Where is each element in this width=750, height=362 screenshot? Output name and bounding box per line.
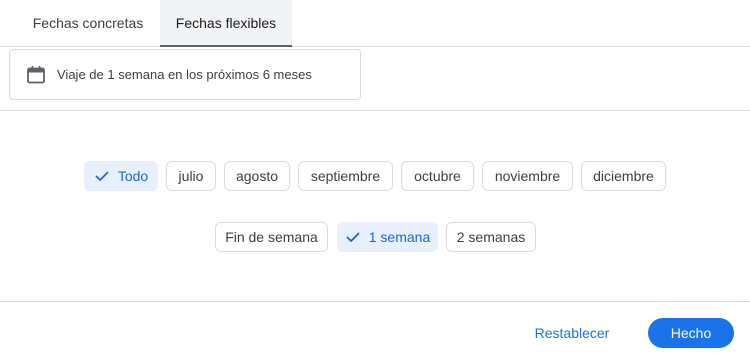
month-chip-noviembre[interactable]: noviembre <box>482 161 573 191</box>
trip-summary-field[interactable]: Viaje de 1 semana en los próximos 6 mese… <box>9 49 361 100</box>
divider <box>0 110 750 111</box>
chip-label: julio <box>178 168 204 184</box>
reset-button[interactable]: Restablecer <box>522 318 622 348</box>
month-chip-septiembre[interactable]: septiembre <box>298 161 393 191</box>
chip-label: noviembre <box>494 168 561 184</box>
duration-chip-2-weeks[interactable]: 2 semanas <box>446 222 536 252</box>
chip-label: Fin de semana <box>225 229 318 245</box>
duration-chip-weekend[interactable]: Fin de semana <box>215 222 328 252</box>
calendar-icon <box>27 66 45 84</box>
check-icon <box>95 171 109 181</box>
date-mode-tabs: Fechas concretas Fechas flexibles <box>0 0 750 47</box>
chip-label: Todo <box>117 168 149 184</box>
month-chip-agosto[interactable]: agosto <box>224 161 290 191</box>
done-button[interactable]: Hecho <box>648 318 734 348</box>
chip-label: septiembre <box>310 168 381 184</box>
tab-flexible-dates[interactable]: Fechas flexibles <box>160 0 292 47</box>
chip-label: agosto <box>235 168 279 184</box>
trip-summary-text: Viaje de 1 semana en los próximos 6 mese… <box>57 67 312 82</box>
chip-label: octubre <box>414 168 461 184</box>
flexible-dates-panel: Fechas concretas Fechas flexibles Viaje … <box>0 0 750 362</box>
chip-label: 1 semana <box>368 229 431 245</box>
chip-label: 2 semanas <box>456 229 526 245</box>
month-chip-octubre[interactable]: octubre <box>401 161 474 191</box>
tab-specific-dates[interactable]: Fechas concretas <box>16 0 160 46</box>
divider <box>0 301 750 302</box>
month-chip-julio[interactable]: julio <box>166 161 216 191</box>
duration-chip-1-week[interactable]: 1 semana <box>337 222 438 252</box>
month-chip-diciembre[interactable]: diciembre <box>581 161 666 191</box>
check-icon <box>346 232 360 242</box>
chip-label: diciembre <box>593 168 654 184</box>
month-chip-todo[interactable]: Todo <box>84 161 158 191</box>
